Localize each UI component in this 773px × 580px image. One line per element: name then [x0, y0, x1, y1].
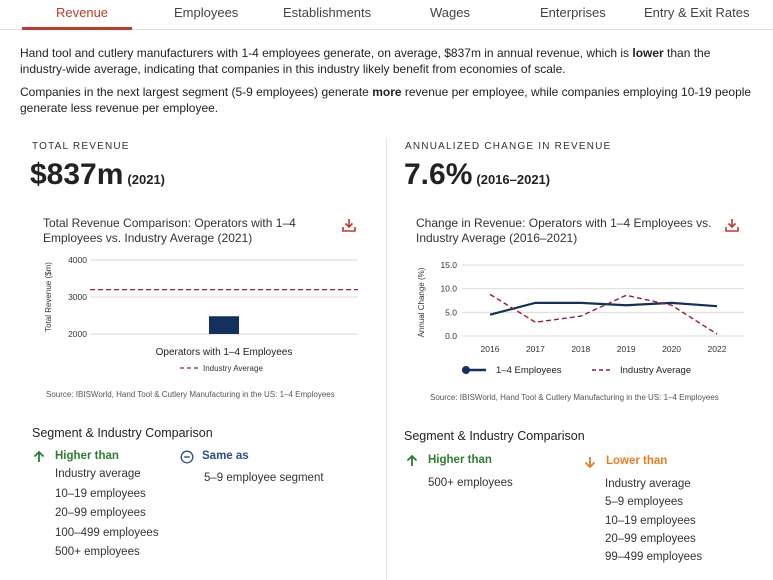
list-item: Industry average [605, 478, 691, 490]
tab-wages[interactable]: Wages [430, 5, 470, 20]
tab-establishments[interactable]: Establishments [283, 5, 371, 20]
left-same-as-label: Same as [202, 450, 249, 462]
total-revenue-value: $837m (2021) [30, 158, 165, 191]
tab-enterprises[interactable]: Enterprises [540, 5, 606, 20]
x-tick-label: 2017 [526, 344, 545, 354]
active-tab-indicator [22, 27, 132, 30]
revenue-bar-chart: 2000 3000 4000 Total Revenue ($m) Operators … [44, 255, 358, 373]
left-higher-than-list: Industry average 10–19 employees 20–99 e… [55, 465, 159, 563]
revenue-comparison-chart-title: Total Revenue Comparison: Operators with… [43, 216, 296, 245]
y-tick-label: 2000 [68, 329, 87, 339]
annualized-change-kicker: ANNUALIZED CHANGE IN REVENUE [405, 141, 612, 152]
minus-circle-icon [180, 450, 194, 464]
list-item: Industry average [55, 468, 141, 480]
legend-label: 1–4 Employees [496, 365, 562, 376]
series-line-industry-average [489, 293, 718, 335]
x-tick-label: 2022 [708, 344, 727, 354]
intro-paragraph-1: Hand tool and cutlery manufacturers with… [20, 46, 711, 76]
y-axis-label: Annual Change (%) [417, 267, 426, 337]
left-segment-title: Segment & Industry Comparison [32, 426, 213, 440]
right-chart-source: Source: IBISWorld, Hand Tool & Cutlery M… [430, 393, 719, 402]
list-item: 99–499 employees [605, 551, 703, 564]
tab-bar: Revenue Employees Establishments Wages E… [0, 0, 773, 30]
list-item: 500+ employees [428, 477, 513, 489]
right-segment-title: Segment & Industry Comparison [404, 429, 585, 443]
tab-entry-exit-rates[interactable]: Entry & Exit Rates [644, 5, 749, 20]
y-tick-label: 10.0 [440, 284, 457, 294]
legend-label: Industry Average [620, 365, 691, 376]
download-icon[interactable] [724, 217, 740, 233]
x-tick-label: Operators with 1–4 Employees [156, 347, 293, 358]
tab-employees[interactable]: Employees [174, 5, 238, 20]
tab-revenue[interactable]: Revenue [56, 5, 108, 20]
x-tick-label: 2020 [662, 344, 681, 354]
change-in-revenue-line-chart: 0.0 5.0 10.0 15.0 Annual Change (%) 2016 2017 2… [417, 260, 744, 376]
legend-marker [462, 366, 470, 374]
change-in-revenue-chart-title: Change in Revenue: Operators with 1–4 Em… [416, 216, 712, 245]
x-tick-label: 2018 [571, 344, 590, 354]
legend-label: Industry Average [203, 364, 263, 373]
y-tick-label: 15.0 [440, 260, 457, 270]
total-revenue-kicker: TOTAL REVENUE [32, 141, 130, 152]
list-item: 5–9 employees [605, 496, 683, 509]
left-higher-than-label: Higher than [55, 450, 119, 462]
arrow-up-icon [406, 454, 418, 466]
list-item: 10–19 employees [55, 487, 146, 500]
list-item: 10–19 employees [605, 514, 696, 527]
arrow-up-icon [33, 450, 45, 462]
bar [209, 316, 239, 334]
x-tick-label: 2019 [617, 344, 636, 354]
left-same-as-list: 5–9 employee segment [204, 469, 324, 489]
x-tick-label: 2016 [481, 344, 500, 354]
right-lower-than-label: Lower than [606, 455, 668, 467]
arrow-down-icon [584, 457, 596, 469]
list-item: 5–9 employee segment [204, 472, 324, 484]
right-higher-than-list: 500+ employees [428, 474, 513, 494]
list-item: 20–99 employees [605, 532, 696, 545]
column-divider [386, 138, 387, 580]
right-lower-than-list: Industry average 5–9 employees 10–19 emp… [605, 475, 702, 566]
download-icon[interactable] [341, 217, 357, 233]
left-chart-source: Source: IBISWorld, Hand Tool & Cutlery M… [46, 390, 335, 399]
y-axis-label: Total Revenue ($m) [44, 262, 53, 332]
y-tick-label: 3000 [68, 292, 87, 302]
right-higher-than-label: Higher than [428, 454, 492, 466]
list-item: 100–499 employees [55, 526, 159, 539]
annualized-change-value: 7.6% (2016–2021) [404, 158, 551, 191]
list-item: 20–99 employees [55, 507, 146, 519]
y-tick-label: 5.0 [445, 307, 457, 317]
intro-paragraph-2: Companies in the next largest segment (5… [20, 85, 752, 115]
y-tick-label: 4000 [68, 255, 87, 265]
y-tick-label: 0.0 [445, 331, 457, 341]
list-item: 500+ employees [55, 546, 140, 558]
